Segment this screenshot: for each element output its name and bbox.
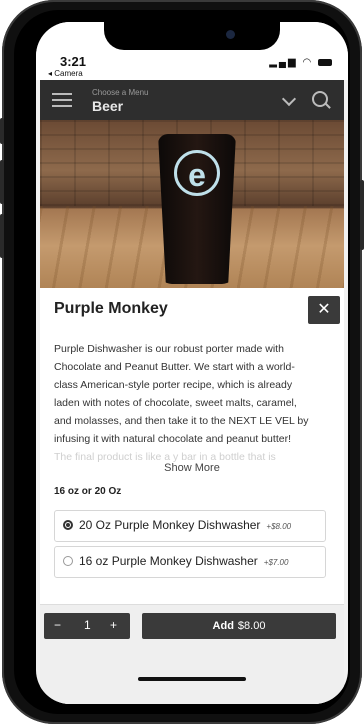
add-to-order-button[interactable]: Add $8.00: [142, 613, 336, 639]
increase-quantity-button[interactable]: +: [110, 618, 117, 632]
option-group-heading: 16 oz or 20 Oz: [54, 486, 122, 497]
menu-select-value[interactable]: Beer: [92, 98, 123, 114]
menu-bar: Choose a Menu Beer: [40, 80, 344, 120]
option-name: 16 oz Purple Monkey Dishwasher: [79, 554, 258, 568]
size-option-20oz[interactable]: 20 Oz Purple Monkey Dishwasher +$8.00: [54, 510, 326, 542]
description-line: and molasses, and then take it to the NE…: [54, 415, 309, 427]
power-button: [360, 180, 364, 250]
chevron-down-icon[interactable]: [281, 91, 297, 107]
item-title: Purple Monkey: [54, 300, 168, 317]
volume-down-button: [0, 214, 4, 258]
notch: [104, 22, 280, 50]
brewery-logo: e: [174, 150, 220, 196]
volume-up-button: [0, 160, 4, 204]
close-button[interactable]: ✕: [308, 296, 340, 324]
front-camera: [226, 30, 235, 39]
item-description: Purple Dishwasher is our robust porter m…: [54, 340, 330, 466]
show-more-link[interactable]: Show More: [40, 462, 344, 474]
status-icons: ▂▄▆ ◠: [269, 57, 332, 68]
quantity-stepper: − 1 +: [44, 613, 130, 639]
quantity-value: 1: [84, 618, 91, 632]
option-price: +$8.00: [266, 522, 292, 531]
radio-unselected-icon[interactable]: [63, 556, 73, 566]
description-line: infusing it with natural chocolate and p…: [54, 433, 291, 445]
description-line: laden with notes of chocolate, sweet mal…: [54, 397, 297, 409]
search-icon[interactable]: [312, 91, 328, 107]
decrease-quantity-button[interactable]: −: [54, 618, 61, 632]
screen: 3:21 ◂ Camera ▂▄▆ ◠ Choose a Menu Beer e…: [36, 22, 348, 704]
option-name: 20 Oz Purple Monkey Dishwasher: [79, 518, 261, 532]
product-image: e: [40, 120, 344, 288]
radio-selected-icon[interactable]: [63, 520, 73, 530]
description-line: Chocolate and Peanut Butter. We start wi…: [54, 361, 295, 373]
hamburger-menu-icon[interactable]: [52, 93, 72, 107]
menu-select-label: Choose a Menu: [92, 88, 149, 97]
back-to-camera-link[interactable]: ◂ Camera: [48, 69, 83, 78]
battery-icon: [318, 58, 332, 66]
status-time: 3:21: [60, 54, 87, 69]
order-footer: − 1 + Add $8.00: [40, 604, 344, 704]
option-price: +$7.00: [263, 558, 289, 567]
signal-icon: ▂▄▆: [269, 57, 298, 68]
wifi-icon: ◠: [302, 57, 314, 68]
add-label: Add: [212, 620, 234, 632]
add-price: $8.00: [237, 620, 266, 632]
description-line: Purple Dishwasher is our robust porter m…: [54, 343, 284, 355]
description-line: class American-style porter recipe, whic…: [54, 379, 293, 391]
home-indicator[interactable]: [138, 677, 246, 681]
mute-switch: [0, 118, 4, 144]
size-option-16oz[interactable]: 16 oz Purple Monkey Dishwasher +$7.00: [54, 546, 326, 578]
